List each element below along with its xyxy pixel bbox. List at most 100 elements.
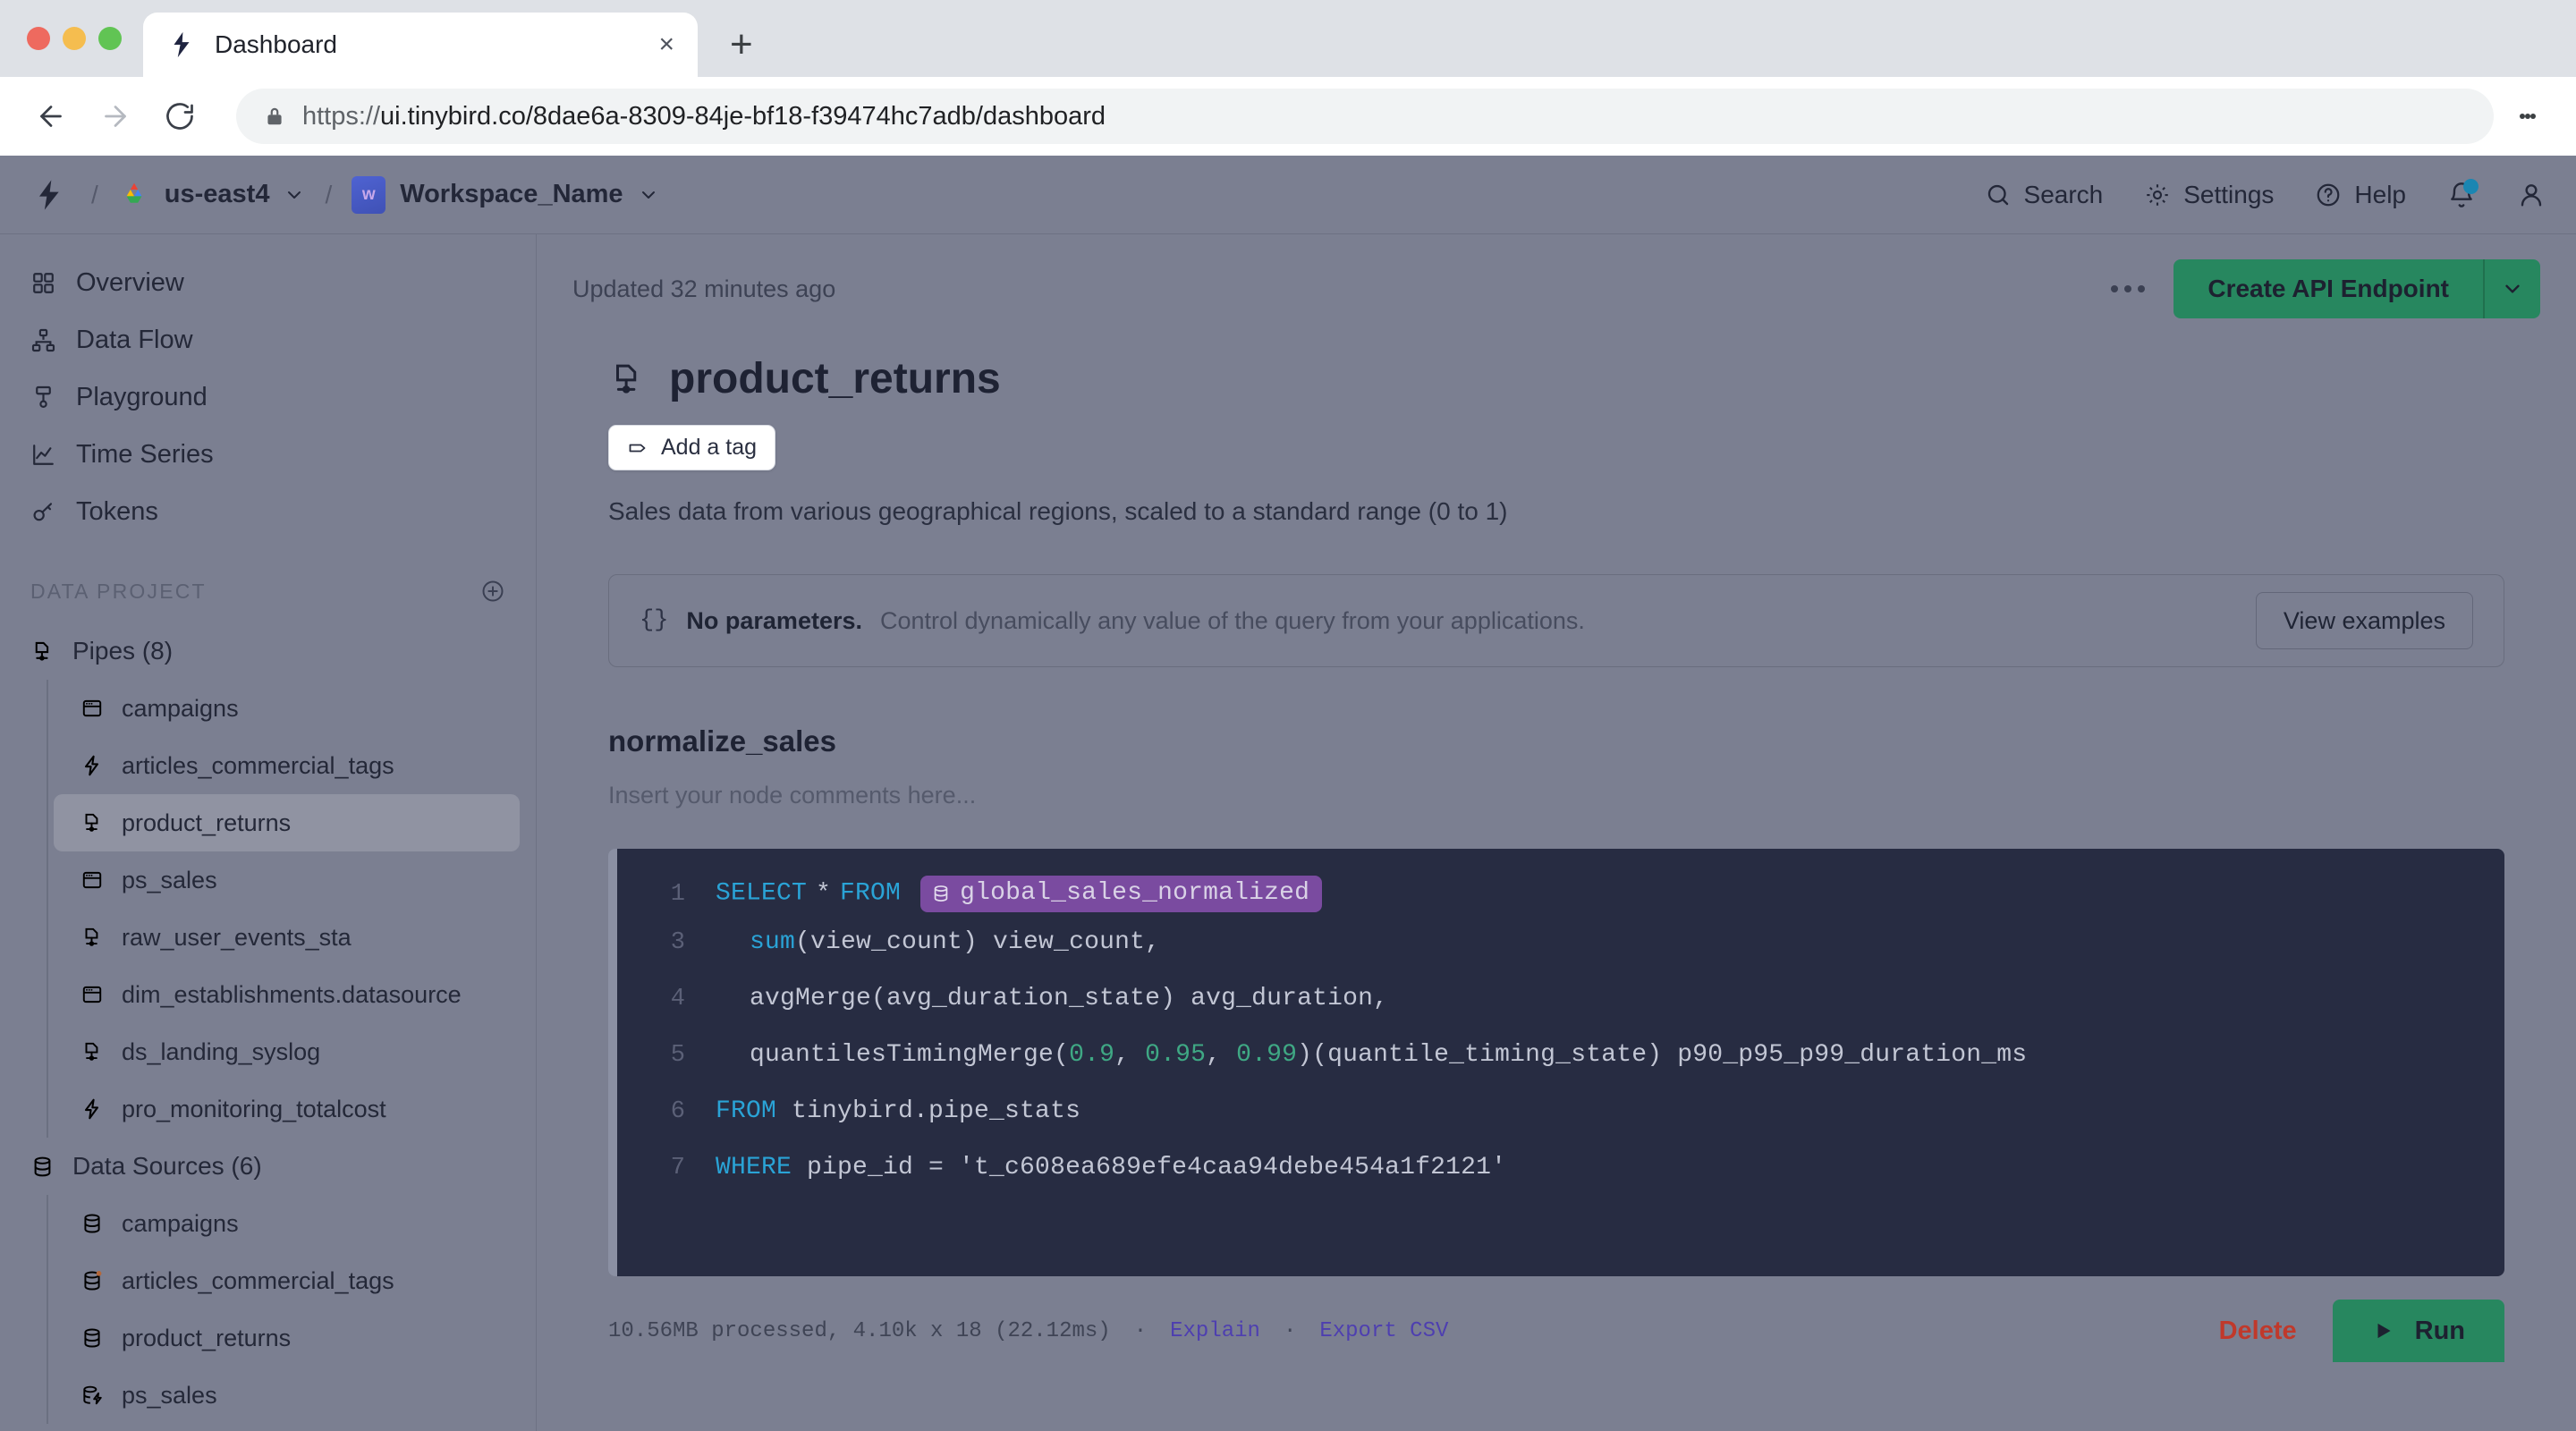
list-item-label: pro_monitoring_totalcost xyxy=(122,1095,386,1122)
code-line: 5 quantilesTimingMerge(0.9, 0.95, 0.99)(… xyxy=(617,1041,2504,1097)
minimize-window-button[interactable] xyxy=(63,27,86,50)
breadcrumb-separator-2: / xyxy=(325,180,333,208)
list-item-product-returns[interactable]: product_returns xyxy=(54,794,520,851)
sidebar-item-playground[interactable]: Playground xyxy=(0,368,536,426)
node-title[interactable]: normalize_sales xyxy=(608,724,2504,758)
table-icon xyxy=(80,697,104,720)
address-bar-url: https://ui.tinybird.co/8dae6a-8309-84je-… xyxy=(302,102,1106,131)
list-item[interactable]: ps_sales xyxy=(54,1367,520,1424)
code-line: 6 FROM tinybird.pipe_stats xyxy=(617,1097,2504,1154)
list-item[interactable]: articles_commercial_tags xyxy=(54,737,520,794)
chevron-down-icon xyxy=(2501,277,2524,301)
close-icon[interactable]: × xyxy=(658,31,674,58)
view-examples-button[interactable]: View examples xyxy=(2255,592,2473,649)
region-selector[interactable]: us-east4 xyxy=(118,179,306,211)
code-rest: (view_count) view_count, xyxy=(795,928,1161,956)
query-stats: 10.56MB processed, 4.10k x 18 (22.12ms) xyxy=(608,1318,1111,1343)
braces-icon: {} xyxy=(640,607,669,634)
list-item-label: campaigns xyxy=(122,1209,239,1237)
account-button[interactable] xyxy=(2517,181,2546,209)
address-bar[interactable]: https://ui.tinybird.co/8dae6a-8309-84je-… xyxy=(236,89,2494,144)
table-icon xyxy=(80,868,104,892)
plus-circle-icon[interactable] xyxy=(480,579,505,604)
sidebar-item-tokens[interactable]: Tokens xyxy=(0,483,536,540)
code-line: 1 SELECT * FROM global_sales_normalized xyxy=(617,872,2504,928)
pipes-group-header[interactable]: Pipes (8) xyxy=(16,622,520,680)
editor-footer: 10.56MB processed, 4.10k x 18 (22.12ms) … xyxy=(537,1276,2576,1362)
workspace-selector[interactable]: w Workspace_Name xyxy=(352,175,658,214)
pipes-group: Pipes (8) campaigns articles_commercial_… xyxy=(0,622,536,1138)
section-title: DATA PROJECT xyxy=(30,579,207,603)
create-api-endpoint-button[interactable]: Create API Endpoint xyxy=(2174,259,2483,318)
footer-separator: · xyxy=(1283,1318,1297,1343)
create-api-endpoint-dropdown[interactable] xyxy=(2483,259,2540,318)
settings-button[interactable]: Settings xyxy=(2144,181,2274,209)
list-item[interactable]: ps_sales xyxy=(54,851,520,909)
list-item[interactable]: pro_monitoring_totalcost xyxy=(54,1080,520,1138)
explain-link[interactable]: Explain xyxy=(1170,1319,1260,1343)
pipe-description: Sales data from various geographical reg… xyxy=(608,497,1508,525)
sidebar-item-time-series[interactable]: Time Series xyxy=(0,426,536,483)
browser-tab[interactable]: Dashboard × xyxy=(143,13,698,77)
datasources-group-label: Data Sources (6) xyxy=(72,1152,262,1180)
breadcrumb-separator-1: / xyxy=(91,180,98,208)
help-button[interactable]: Help xyxy=(2315,181,2406,209)
sql-number: 0.99 xyxy=(1236,1041,1298,1069)
back-icon[interactable] xyxy=(23,89,79,144)
notifications-button[interactable] xyxy=(2447,178,2479,209)
workspace-label: Workspace_Name xyxy=(400,180,623,208)
list-item[interactable]: campaigns xyxy=(54,1195,520,1252)
sidebar-item-label: Overview xyxy=(76,267,184,297)
list-item-label: articles_commercial_tags xyxy=(122,1266,394,1294)
page-title-row: product_returns xyxy=(608,354,2504,403)
list-item[interactable]: raw_user_events_sta xyxy=(54,909,520,966)
lock-icon xyxy=(263,105,286,128)
export-csv-link[interactable]: Export CSV xyxy=(1319,1319,1448,1343)
help-label: Help xyxy=(2354,180,2406,208)
list-item[interactable]: articles_commercial_tags xyxy=(54,1252,520,1309)
delete-button[interactable]: Delete xyxy=(2219,1317,2297,1346)
sidebar-item-data-flow[interactable]: Data Flow xyxy=(0,311,536,368)
browser-menu-icon[interactable] xyxy=(2503,89,2553,144)
list-item[interactable]: ds_landing_syslog xyxy=(54,1023,520,1080)
code-post: )(quantile_timing_state) p90_p95_p99_dur… xyxy=(1297,1041,2028,1069)
sidebar-item-overview[interactable]: Overview xyxy=(0,254,536,311)
run-button[interactable]: Run xyxy=(2332,1300,2504,1362)
code-line: 3 sum(view_count) view_count, xyxy=(617,928,2504,985)
sql-keyword: SELECT xyxy=(716,879,808,908)
window-traffic-lights[interactable] xyxy=(21,0,143,77)
node-comment[interactable]: Insert your node comments here... xyxy=(608,782,2504,809)
add-tag-button[interactable]: Add a tag xyxy=(608,425,776,470)
list-item[interactable]: dim_establishments.datasource xyxy=(54,966,520,1023)
search-button[interactable]: Search xyxy=(1985,181,2103,209)
sql-number: 0.95 xyxy=(1145,1041,1207,1069)
maximize-window-button[interactable] xyxy=(98,27,122,50)
sql-string: 't_c608ea689efe4caa94debe454a1f2121' xyxy=(959,1154,1507,1181)
pipes-list: campaigns articles_commercial_tags produ… xyxy=(47,680,520,1138)
code-star: * xyxy=(816,879,832,908)
datasources-list: campaigns articles_commercial_tags produ… xyxy=(47,1195,520,1424)
code-text: quantilesTimingMerge(0.9, 0.95, 0.99)(qu… xyxy=(734,1041,2028,1069)
datasources-group-header[interactable]: Data Sources (6) xyxy=(16,1138,520,1195)
reload-icon[interactable] xyxy=(152,89,208,144)
main-content: Updated 32 minutes ago Create API Endpoi… xyxy=(537,234,2576,1431)
playground-icon xyxy=(30,385,56,411)
datasource-chip[interactable]: global_sales_normalized xyxy=(920,876,1323,912)
sql-editor[interactable]: 1 SELECT * FROM global_sales_normalized 3 s… xyxy=(608,849,2504,1276)
database-icon xyxy=(80,1269,104,1292)
tinybird-logo-icon xyxy=(166,30,197,60)
tinybird-logo-icon[interactable] xyxy=(30,177,66,213)
database-icon xyxy=(30,1155,55,1179)
pipes-group-label: Pipes (8) xyxy=(72,637,174,665)
list-item[interactable]: campaigns xyxy=(54,680,520,737)
close-window-button[interactable] xyxy=(27,27,50,50)
play-icon xyxy=(2372,1319,2395,1342)
pipe-icon xyxy=(30,639,55,664)
code-text: SELECT * FROM global_sales_normalized xyxy=(716,872,1323,912)
more-options-icon[interactable] xyxy=(2102,273,2154,305)
pipe-icon xyxy=(80,1040,104,1063)
key-icon xyxy=(30,499,56,525)
new-tab-button[interactable]: + xyxy=(730,25,753,64)
list-item[interactable]: product_returns xyxy=(54,1309,520,1367)
app-header: / us-east4 / w Workspace_Name Search Set… xyxy=(0,156,2576,234)
